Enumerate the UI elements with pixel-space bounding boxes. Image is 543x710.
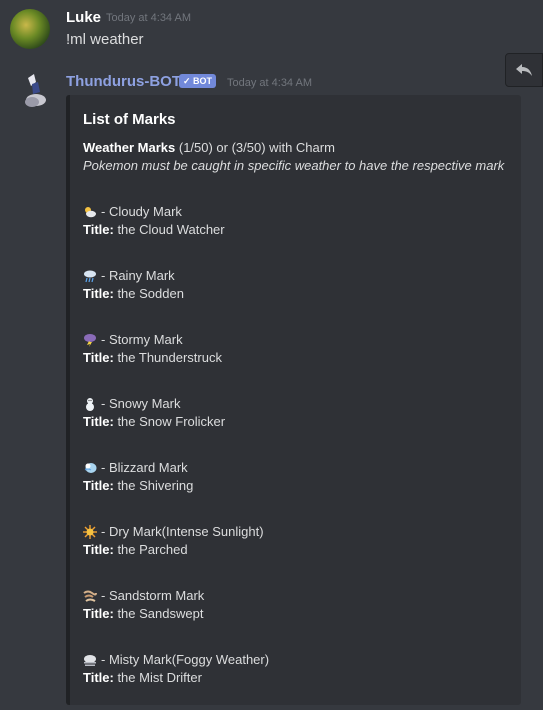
reply-icon xyxy=(516,64,532,76)
mark-title: Title: the Sandswept xyxy=(83,606,204,621)
mark-title: Title: the Snow Frolicker xyxy=(83,414,226,429)
sandstorm-icon xyxy=(83,589,97,603)
embed-title: List of Marks xyxy=(83,111,176,128)
avatar-luke[interactable] xyxy=(10,9,50,49)
mark-name: - Sandstorm Mark xyxy=(101,588,205,603)
mark-item: - Dry Mark(Intense Sunlight) Title: the … xyxy=(83,523,509,559)
embed-subtitle: Pokemon must be caught in specific weath… xyxy=(83,158,505,173)
stormy-icon xyxy=(83,333,97,347)
mark-title: Title: the Thunderstruck xyxy=(83,350,222,365)
mark-name: - Cloudy Mark xyxy=(101,204,182,219)
mark-name: - Rainy Mark xyxy=(101,268,175,283)
message-text: !ml weather xyxy=(66,31,144,48)
mark-name: - Misty Mark(Foggy Weather) xyxy=(101,652,270,667)
mark-item: - Rainy Mark Title: the Sodden xyxy=(83,267,509,303)
cloudy-icon xyxy=(83,205,97,219)
mark-title: Title: the Sodden xyxy=(83,286,184,301)
mark-name: - Blizzard Mark xyxy=(101,460,188,475)
mark-name: - Dry Mark(Intense Sunlight) xyxy=(101,524,264,539)
reply-button[interactable] xyxy=(505,53,543,87)
mark-item: - Stormy Mark Title: the Thunderstruck xyxy=(83,331,509,367)
fog-icon xyxy=(83,653,97,667)
mark-item: - Misty Mark(Foggy Weather) Title: the M… xyxy=(83,651,509,687)
marks-list: - Cloudy Mark Title: the Cloud Watcher -… xyxy=(83,203,509,687)
mark-item: - Sandstorm Mark Title: the Sandswept xyxy=(83,587,509,623)
blizzard-icon xyxy=(83,461,97,475)
rainy-icon xyxy=(83,269,97,283)
mark-title: Title: the Mist Drifter xyxy=(83,670,202,685)
mark-name: - Stormy Mark xyxy=(101,332,183,347)
mark-title: Title: the Cloud Watcher xyxy=(83,222,225,237)
username-bot[interactable]: Thundurus-BOT xyxy=(66,73,181,90)
mark-name: - Snowy Mark xyxy=(101,396,181,411)
snowy-icon xyxy=(83,397,97,411)
bot-badge: ✓ BOT xyxy=(179,74,217,88)
timestamp: Today at 4:34 AM xyxy=(227,77,312,89)
embed: List of Marks Weather Marks (1/50) or (3… xyxy=(66,95,521,705)
field-weather-marks: Weather Marks (1/50) or (3/50) with Char… xyxy=(83,139,509,157)
username-luke[interactable]: Luke xyxy=(66,9,101,26)
timestamp: Today at 4:34 AM xyxy=(106,12,191,24)
mark-item: - Cloudy Mark Title: the Cloud Watcher xyxy=(83,203,509,239)
field-name-rest: (1/50) or (3/50) with Charm xyxy=(175,140,335,155)
avatar-bot[interactable] xyxy=(18,72,48,110)
mark-item: - Snowy Mark Title: the Snow Frolicker xyxy=(83,395,509,431)
sun-icon xyxy=(83,525,97,539)
mark-item: - Blizzard Mark Title: the Shivering xyxy=(83,459,509,495)
mark-title: Title: the Parched xyxy=(83,542,188,557)
mark-title: Title: the Shivering xyxy=(83,478,194,493)
field-name-bold: Weather Marks xyxy=(83,140,176,155)
